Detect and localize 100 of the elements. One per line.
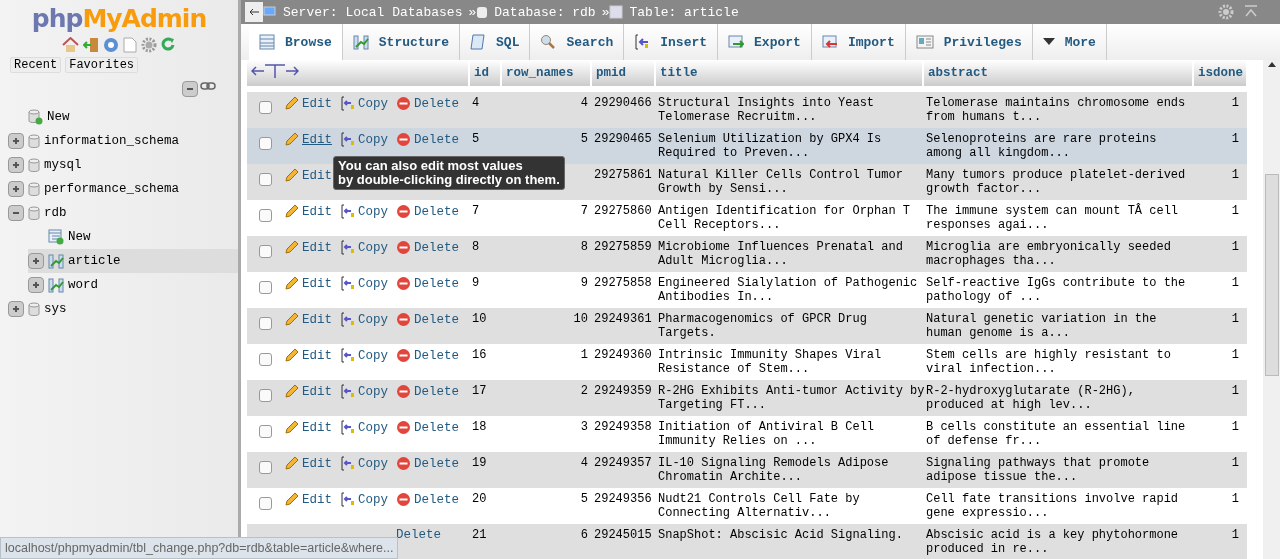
link-icon[interactable]: [200, 81, 216, 91]
delete-link[interactable]: Delete: [414, 276, 460, 291]
copy-link[interactable]: Copy: [358, 204, 389, 219]
delete-link[interactable]: Delete: [414, 204, 460, 219]
row-checkbox[interactable]: [259, 281, 272, 294]
column-header[interactable]: pmid: [591, 60, 655, 86]
exit-door-icon[interactable]: [83, 37, 99, 53]
tree-label[interactable]: New: [68, 230, 91, 244]
expand-icon[interactable]: [8, 301, 24, 317]
copy-link[interactable]: Copy: [358, 132, 389, 147]
column-header[interactable]: abstract: [923, 60, 1193, 86]
collapse-all-icon[interactable]: [182, 81, 198, 97]
table-cell: 1: [1193, 308, 1247, 344]
tree-label[interactable]: word: [68, 278, 98, 292]
logo[interactable]: phpMyAdmin: [0, 0, 238, 33]
nav-tab[interactable]: Favorites: [65, 57, 139, 73]
column-header[interactable]: row_names: [501, 60, 591, 86]
tab[interactable]: Browse: [249, 24, 343, 60]
row-checkbox[interactable]: [259, 173, 272, 186]
tree-label[interactable]: sys: [44, 302, 67, 316]
edit-link[interactable]: Edit: [302, 384, 332, 399]
scrollbar-thumb[interactable]: [1264, 174, 1279, 376]
copy-link[interactable]: Copy: [358, 420, 389, 435]
delete-link[interactable]: Delete: [414, 132, 460, 147]
table-cell: 2: [501, 380, 591, 416]
delete-link[interactable]: Delete: [414, 312, 460, 327]
collapse-icon[interactable]: [8, 205, 24, 221]
delete-link[interactable]: Delete: [396, 528, 441, 542]
row-checkbox[interactable]: [259, 245, 272, 258]
copy-link[interactable]: Copy: [358, 348, 389, 363]
settings-icon[interactable]: [1218, 4, 1234, 20]
nav-tab[interactable]: Recent: [10, 57, 62, 73]
row-checkbox[interactable]: [259, 137, 272, 150]
collapse-up-icon[interactable]: [1244, 4, 1258, 18]
tree-label[interactable]: New: [47, 110, 70, 124]
row-checkbox[interactable]: [259, 425, 272, 438]
edit-link[interactable]: Edit: [302, 168, 332, 183]
copy-link[interactable]: Copy: [358, 492, 389, 507]
tree-label[interactable]: performance_schema: [44, 182, 180, 196]
edit-link[interactable]: Edit: [302, 204, 332, 219]
tree-item[interactable]: word: [28, 273, 238, 297]
breadcrumb-link[interactable]: Table: article: [629, 4, 739, 20]
column-resize-icon[interactable]: [251, 63, 299, 79]
row-checkbox[interactable]: [259, 389, 272, 402]
edit-link[interactable]: Edit: [302, 96, 332, 111]
edit-link[interactable]: Edit: [302, 348, 332, 363]
column-header[interactable]: title: [655, 60, 923, 86]
edit-link[interactable]: Edit: [302, 492, 332, 507]
row-checkbox[interactable]: [259, 497, 272, 510]
document-icon[interactable]: [123, 37, 137, 53]
tree-label[interactable]: article: [68, 254, 121, 268]
row-checkbox[interactable]: [259, 209, 272, 222]
delete-link[interactable]: Delete: [414, 96, 460, 111]
table-cell: 7: [501, 200, 591, 236]
tree-label[interactable]: information_schema: [44, 134, 180, 148]
row-checkbox[interactable]: [259, 461, 272, 474]
table-cell: 20: [469, 488, 501, 524]
table-cell: 29249358: [591, 416, 655, 452]
expand-icon[interactable]: [8, 181, 24, 197]
row-checkbox[interactable]: [259, 317, 272, 330]
expand-icon[interactable]: [28, 253, 44, 269]
delete-link[interactable]: Delete: [414, 240, 460, 255]
expand-icon[interactable]: [28, 277, 44, 293]
table-cell: Engineered Sialylation of Pathogenic Antibodies In...: [655, 272, 923, 308]
delete-link[interactable]: Delete: [414, 384, 460, 399]
copy-link[interactable]: Copy: [358, 312, 389, 327]
edit-link[interactable]: Edit: [302, 276, 332, 291]
table-cell: 21: [469, 524, 501, 559]
reload-icon[interactable]: [161, 37, 176, 52]
tree-label[interactable]: mysql: [44, 158, 82, 172]
breadcrumb-link[interactable]: Database: rdb: [494, 4, 596, 20]
delete-link[interactable]: Delete: [414, 492, 460, 507]
tree-label[interactable]: rdb: [44, 206, 67, 220]
expand-icon[interactable]: [8, 157, 24, 173]
copy-link[interactable]: Copy: [358, 276, 389, 291]
copy-link[interactable]: Copy: [358, 96, 389, 111]
column-header[interactable]: isdone: [1193, 60, 1247, 86]
copy-link[interactable]: Copy: [358, 384, 389, 399]
settings-icon[interactable]: [141, 37, 157, 53]
edit-link[interactable]: Edit: [302, 312, 332, 327]
row-checkbox[interactable]: [259, 353, 272, 366]
tree-item[interactable]: article: [28, 249, 238, 273]
table-cell: Telomerase maintains chromosome ends from humans t...: [923, 92, 1193, 128]
edit-link[interactable]: Edit: [302, 420, 332, 435]
copy-link[interactable]: Copy: [358, 456, 389, 471]
help-icon[interactable]: [103, 37, 119, 53]
edit-link[interactable]: Edit: [302, 132, 332, 147]
expand-icon[interactable]: [8, 133, 24, 149]
copy-row-icon: [340, 204, 355, 219]
edit-link[interactable]: Edit: [302, 240, 332, 255]
table-cell: 29249357: [591, 452, 655, 488]
edit-link[interactable]: Edit: [302, 456, 332, 471]
delete-link[interactable]: Delete: [414, 456, 460, 471]
column-header[interactable]: id: [469, 60, 501, 86]
breadcrumb-link[interactable]: Server: Local Databases: [283, 4, 463, 20]
row-checkbox[interactable]: [259, 101, 272, 114]
delete-link[interactable]: Delete: [414, 420, 460, 435]
home-icon[interactable]: [62, 37, 79, 53]
copy-link[interactable]: Copy: [358, 240, 389, 255]
delete-link[interactable]: Delete: [414, 348, 460, 363]
